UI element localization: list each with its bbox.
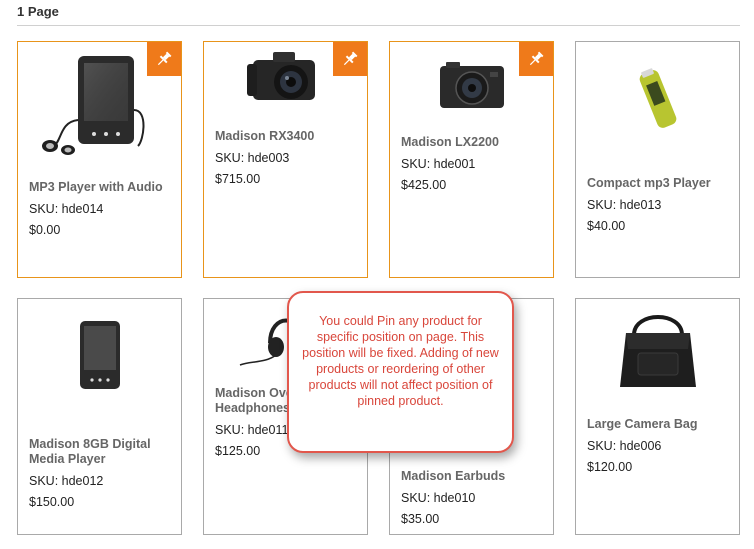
product-name[interactable]: Madison 8GB Digital Media Player [29, 437, 173, 467]
product-name[interactable]: MP3 Player with Audio [29, 180, 173, 195]
product-sku: SKU: hde014 [29, 202, 104, 216]
product-name[interactable]: Madison RX3400 [215, 129, 359, 144]
product-name[interactable]: Compact mp3 Player [587, 176, 731, 191]
mp3-player-image [41, 56, 144, 155]
product-sku: SKU: hde010 [401, 491, 476, 505]
page-header: 1 Page [17, 4, 59, 19]
product-image[interactable] [18, 317, 181, 393]
camera-bag-image [619, 315, 696, 387]
product-image[interactable] [576, 64, 739, 134]
product-image[interactable] [390, 54, 553, 116]
product-card[interactable]: Madison LX2200 SKU: hde001 $425.00 [389, 41, 554, 278]
product-card[interactable]: MP3 Player with Audio SKU: hde014 $0.00 [17, 41, 182, 278]
usb-mp3-player-image [639, 68, 676, 128]
product-sku: SKU: hde001 [401, 157, 476, 171]
product-image[interactable] [204, 44, 367, 108]
product-price: $40.00 [587, 219, 626, 233]
product-price: $425.00 [401, 178, 447, 192]
product-image[interactable] [576, 305, 739, 397]
dslr-camera-image [246, 52, 315, 100]
tooltip-text: You could Pin any product for specific p… [302, 314, 499, 408]
product-card[interactable]: Compact mp3 Player SKU: hde013 $40.00 [575, 41, 740, 278]
product-name[interactable]: Large Camera Bag [587, 417, 731, 432]
product-sku: SKU: hde012 [29, 474, 104, 488]
product-name[interactable]: Madison LX2200 [401, 135, 545, 150]
product-card[interactable]: Madison 8GB Digital Media Player SKU: hd… [17, 298, 182, 535]
product-price: $120.00 [587, 460, 633, 474]
product-card[interactable]: Madison RX3400 SKU: hde003 $715.00 [203, 41, 368, 278]
header-divider [17, 25, 740, 26]
product-card[interactable]: Large Camera Bag SKU: hde006 $120.00 [575, 298, 740, 535]
product-sku: SKU: hde003 [215, 151, 290, 165]
product-price: $150.00 [29, 495, 75, 509]
product-price: $35.00 [401, 512, 440, 526]
digital-media-player-image [79, 321, 120, 389]
pin-info-tooltip: You could Pin any product for specific p… [287, 291, 514, 453]
product-sku: SKU: hde006 [587, 439, 662, 453]
product-image[interactable] [18, 50, 181, 160]
product-sku: SKU: hde013 [587, 198, 662, 212]
product-price: $715.00 [215, 172, 261, 186]
product-price: $0.00 [29, 223, 61, 237]
product-name[interactable]: Madison Earbuds [401, 469, 545, 484]
compact-camera-image [439, 62, 504, 108]
